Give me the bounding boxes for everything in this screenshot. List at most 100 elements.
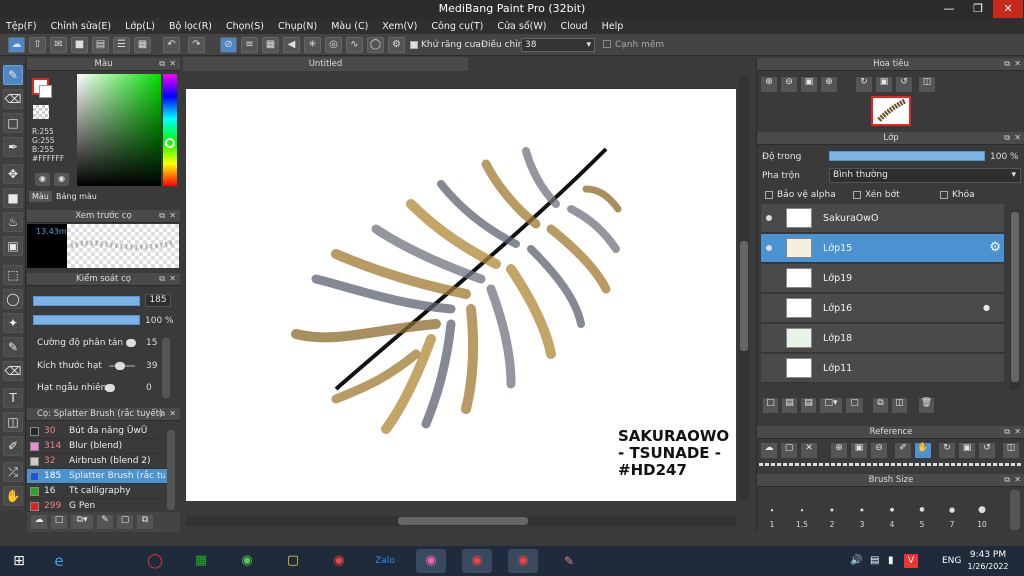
brush-item-selected[interactable]: 185 Splatter Brush (rắc tuyết): [27, 469, 167, 484]
hue-handle[interactable]: [165, 138, 175, 148]
opera-icon[interactable]: ◯: [140, 549, 170, 573]
menu-layer[interactable]: Lớp(L): [125, 21, 155, 32]
select-tool-icon[interactable]: ⬚: [3, 265, 23, 285]
radial-snap-icon[interactable]: ✳: [304, 37, 321, 53]
reset-rotate-icon[interactable]: ▣: [876, 77, 892, 92]
tab-color[interactable]: Màu: [29, 191, 52, 202]
merge-layer-icon[interactable]: ◫: [892, 398, 907, 413]
chrome-profile-icon[interactable]: ◉: [462, 549, 492, 573]
folder-icon[interactable]: ▢: [846, 398, 863, 413]
gradient-tool-icon[interactable]: ▣: [3, 236, 23, 256]
zoom-in-icon[interactable]: ⊕: [761, 77, 777, 92]
new-halftone-layer-icon[interactable]: ▤: [782, 398, 797, 413]
windows-start-icon[interactable]: ⊞: [4, 549, 34, 573]
gear-icon[interactable]: ⚙: [989, 240, 1001, 255]
float-icon[interactable]: ⧉: [159, 210, 165, 222]
close-icon[interactable]: ✕: [1014, 132, 1021, 144]
bucket-tool-icon[interactable]: ♨: [3, 212, 23, 232]
fit-icon[interactable]: ▣: [851, 443, 867, 458]
layer-row[interactable]: SakuraOwO: [761, 204, 1004, 233]
comment-icon[interactable]: ✉: [50, 37, 67, 53]
menu-cloud[interactable]: Cloud: [560, 21, 587, 32]
zoom-in-icon[interactable]: ⊕: [831, 443, 847, 458]
close-icon[interactable]: ✕: [169, 210, 176, 222]
no-snap-icon[interactable]: ⊘: [220, 37, 237, 53]
duplicate-icon[interactable]: ⧉: [137, 515, 153, 529]
circle-snap-icon[interactable]: ◎: [325, 37, 342, 53]
new-1bit-layer-icon[interactable]: ▤: [801, 398, 816, 413]
float-icon[interactable]: ⧉: [159, 273, 165, 285]
fill-rect-tool-icon[interactable]: ■: [3, 188, 23, 208]
brush-size-value[interactable]: 185: [145, 294, 171, 307]
layer-type-icon[interactable]: □▾: [820, 398, 842, 413]
brush-size-cell[interactable]: ● 5: [907, 500, 937, 532]
brush-item[interactable]: 314 Blur (blend): [27, 439, 167, 454]
close-icon[interactable]: ✕: [169, 58, 176, 70]
float-icon[interactable]: ⧉: [1004, 426, 1010, 438]
brush-control-scrollbar[interactable]: [162, 338, 170, 398]
cloud-brush-icon[interactable]: ☁: [31, 515, 47, 529]
transparent-swatch[interactable]: [33, 105, 49, 119]
select-eraser-icon[interactable]: ⌫: [3, 361, 23, 381]
delete-layer-icon[interactable]: 🗑: [919, 398, 934, 413]
brush-size-scrollbar[interactable]: [1010, 490, 1020, 530]
hue-slider[interactable]: [163, 74, 177, 186]
language-indicator[interactable]: ENG: [942, 556, 961, 566]
menu-select[interactable]: Chọn(S): [226, 21, 264, 32]
paint-app-icon[interactable]: ✎: [554, 549, 584, 573]
brush-tool-icon[interactable]: ✎: [3, 65, 23, 85]
hand-icon[interactable]: ✋: [915, 443, 931, 458]
folder-icon[interactable]: ▢: [117, 515, 133, 529]
rect-tool-icon[interactable]: □: [3, 113, 23, 133]
minimize-button[interactable]: —: [934, 0, 964, 18]
tab-untitled[interactable]: Untitled: [183, 57, 468, 71]
palette-icon[interactable]: ◉: [35, 173, 50, 186]
brush-size-cell[interactable]: ● 4: [877, 500, 907, 532]
tab-palette[interactable]: Bảng màu: [53, 191, 100, 202]
text-tool-icon[interactable]: T: [3, 388, 23, 408]
maximize-button[interactable]: ❐: [963, 0, 993, 18]
menu-window[interactable]: Cửa sổ(W): [497, 21, 546, 32]
eyedropper-tool-icon[interactable]: ✐: [3, 436, 23, 456]
canvas-hscroll-thumb[interactable]: [398, 517, 528, 525]
menu-view[interactable]: Xem(V): [382, 21, 417, 32]
antialias-checkbox[interactable]: [410, 41, 418, 49]
edit-brush-icon[interactable]: ✎: [97, 515, 113, 529]
layer-scroll-thumb[interactable]: [1011, 212, 1019, 382]
menu-tools[interactable]: Công cụ(T): [431, 21, 483, 32]
float-icon[interactable]: ⧉: [1004, 132, 1010, 144]
clock-date[interactable]: 1/26/2022: [966, 562, 1010, 571]
layer-row[interactable]: Lớp18: [761, 324, 1004, 353]
secondary-color-swatch[interactable]: [39, 85, 52, 98]
new-layer-icon[interactable]: □: [763, 398, 778, 413]
eraser-tool-icon[interactable]: ⌫: [3, 89, 23, 109]
store-icon[interactable]: ▦: [186, 549, 216, 573]
close-icon[interactable]: ✕: [1014, 58, 1021, 70]
ie-icon[interactable]: e: [44, 549, 74, 573]
duplicate-layer-icon[interactable]: ⧉: [873, 398, 888, 413]
brush-item[interactable]: 30 Bút đa năng ŪwŪ: [27, 424, 167, 439]
lock-checkbox[interactable]: [940, 191, 948, 199]
float-icon[interactable]: ⧉: [1004, 474, 1010, 486]
transform-tool-icon[interactable]: ⤮: [3, 462, 23, 482]
layer-row[interactable]: Lớp11: [761, 354, 1004, 383]
gear-icon[interactable]: ⚙: [388, 37, 405, 53]
close-button[interactable]: ✕: [993, 0, 1023, 18]
layer-row[interactable]: Lớp16 ●: [761, 294, 1004, 323]
drawing-canvas[interactable]: SAKURAOWO - TSUNADE - #HD247: [186, 89, 736, 501]
eyedropper-icon[interactable]: ✐: [895, 443, 911, 458]
adjust-select[interactable]: 38 ▾: [521, 38, 595, 52]
visibility-icon[interactable]: [766, 245, 772, 251]
folder-icon[interactable]: ▢: [278, 549, 308, 573]
rotate-icon[interactable]: ↻: [856, 77, 872, 92]
clipping-checkbox[interactable]: [853, 191, 861, 199]
brush-size-cell[interactable]: ● 7: [937, 500, 967, 532]
move-tool-icon[interactable]: ✥: [3, 164, 23, 184]
close-icon[interactable]: ✕: [169, 408, 176, 420]
float-icon[interactable]: ⧉: [159, 408, 165, 420]
zoom-out-icon[interactable]: ⊖: [871, 443, 887, 458]
navigator-thumbnail[interactable]: [871, 96, 911, 126]
list-icon[interactable]: ☰: [113, 37, 130, 53]
select-pen-icon[interactable]: ✎: [3, 337, 23, 357]
medibang-icon[interactable]: ◉: [416, 549, 446, 573]
